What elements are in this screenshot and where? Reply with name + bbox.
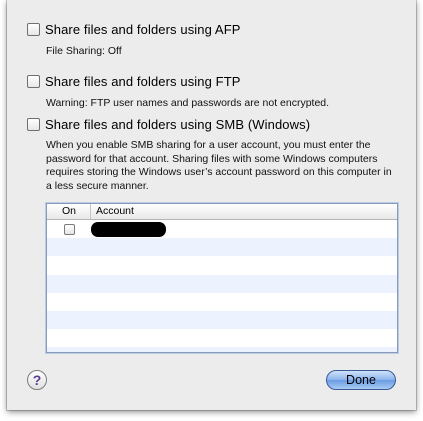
table-row-empty — [47, 310, 397, 330]
table-row[interactable] — [47, 220, 397, 238]
redacted-account-name — [91, 221, 166, 237]
smb-accounts-table[interactable]: On Account — [46, 203, 398, 353]
column-header-on[interactable]: On — [47, 204, 91, 219]
smb-option-label[interactable]: Share files and folders using SMB (Windo… — [45, 117, 310, 132]
done-button-label: Done — [346, 373, 376, 387]
ftp-option-label[interactable]: Share files and folders using FTP — [45, 74, 241, 89]
ftp-checkbox[interactable] — [27, 75, 40, 88]
ftp-option[interactable]: Share files and folders using FTP — [27, 74, 241, 89]
table-row-empty — [47, 274, 397, 293]
question-mark-icon: ? — [32, 372, 42, 388]
table-body — [47, 220, 397, 352]
account-enable-checkbox[interactable] — [64, 223, 75, 235]
table-row-empty — [47, 256, 397, 274]
sharing-options-sheet: Share files and folders using AFP File S… — [7, 0, 416, 410]
smb-checkbox[interactable] — [27, 118, 40, 131]
afp-checkbox[interactable] — [27, 23, 40, 36]
afp-status-text: File Sharing: Off — [46, 45, 122, 57]
done-button[interactable]: Done — [326, 370, 396, 390]
table-row-empty — [47, 238, 397, 257]
column-header-account[interactable]: Account — [91, 204, 397, 219]
help-button[interactable]: ? — [27, 370, 47, 390]
ftp-warning-text: Warning: FTP user names and passwords ar… — [46, 97, 330, 109]
table-header: On Account — [47, 204, 397, 220]
table-row-empty — [47, 347, 397, 352]
smb-description-text: When you enable SMB sharing for a user a… — [46, 139, 392, 192]
smb-option[interactable]: Share files and folders using SMB (Windo… — [27, 117, 310, 132]
table-row-empty — [47, 329, 397, 347]
afp-option[interactable]: Share files and folders using AFP — [27, 22, 241, 37]
table-row-empty — [47, 293, 397, 311]
afp-option-label[interactable]: Share files and folders using AFP — [45, 22, 241, 37]
